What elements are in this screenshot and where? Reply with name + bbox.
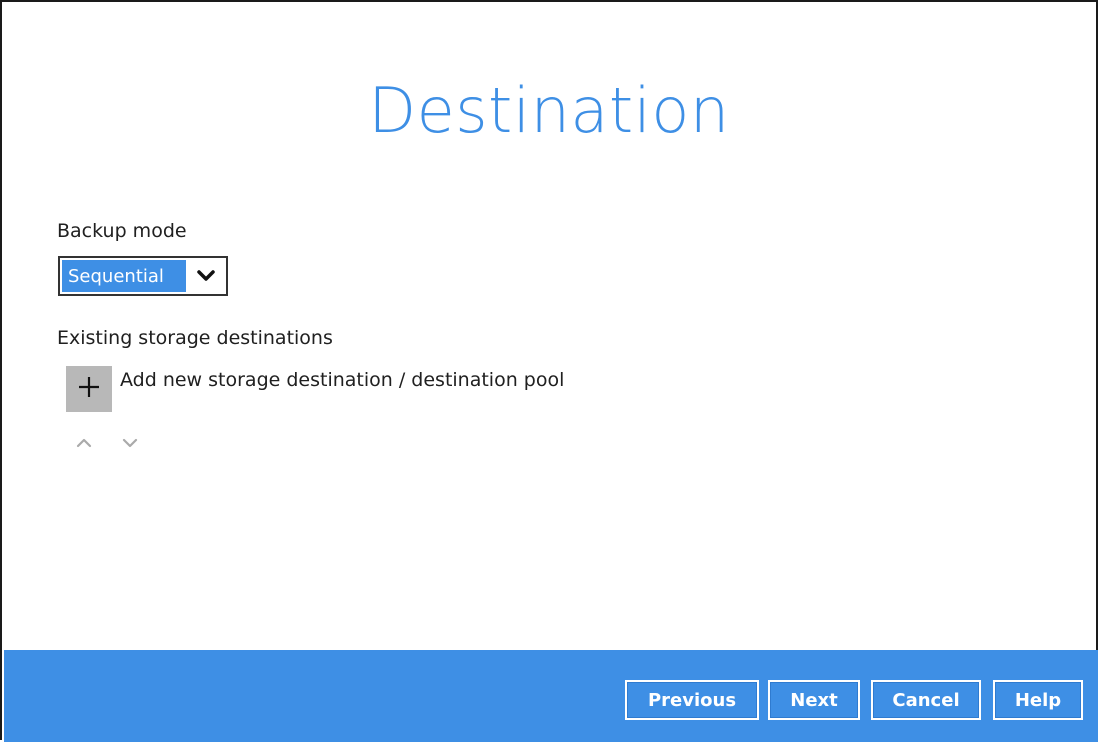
chevron-up-icon: [76, 433, 92, 452]
plus-icon: [77, 375, 101, 403]
wizard-window: Destination Backup mode Sequential Exist…: [0, 0, 1098, 742]
backup-mode-select[interactable]: Sequential: [58, 256, 228, 296]
cancel-button[interactable]: Cancel: [871, 680, 981, 720]
next-button[interactable]: Next: [768, 680, 860, 720]
add-destination-button[interactable]: [66, 366, 112, 412]
chevron-down-icon: [186, 258, 226, 294]
help-button[interactable]: Help: [993, 680, 1083, 720]
wizard-footer: Previous Next Cancel Help: [4, 650, 1098, 742]
existing-destinations-label: Existing storage destinations: [57, 327, 333, 349]
move-down-button[interactable]: [120, 434, 140, 450]
add-destination-label[interactable]: Add new storage destination / destinatio…: [120, 369, 564, 391]
previous-button[interactable]: Previous: [625, 680, 759, 720]
move-up-button[interactable]: [74, 434, 94, 450]
chevron-down-icon: [122, 433, 138, 452]
backup-mode-value: Sequential: [62, 260, 186, 292]
backup-mode-label: Backup mode: [57, 220, 187, 242]
page-title: Destination: [368, 74, 730, 147]
